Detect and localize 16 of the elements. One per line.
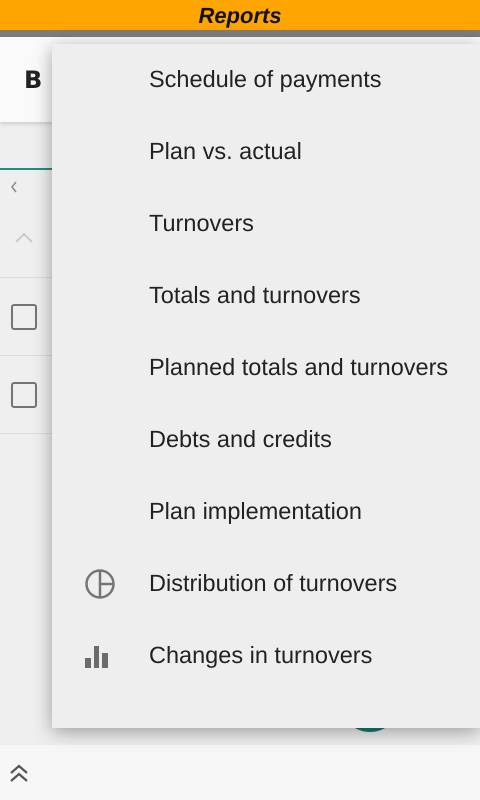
menu-item[interactable]: Turnovers bbox=[52, 188, 480, 260]
screen-title: Reports bbox=[198, 2, 282, 30]
menu-item[interactable]: Changes in turnovers bbox=[52, 620, 480, 692]
bar-chart-icon bbox=[84, 644, 110, 668]
double-up-chevron-icon[interactable] bbox=[8, 762, 30, 782]
header-title: B bbox=[24, 64, 42, 96]
pie-chart-icon bbox=[84, 568, 116, 600]
menu-item[interactable]: Totals and turnovers bbox=[52, 260, 480, 332]
checkbox[interactable] bbox=[11, 304, 37, 330]
menu-item[interactable]: Distribution of turnovers bbox=[52, 548, 480, 620]
menu-item[interactable]: Debts and credits bbox=[52, 404, 480, 476]
menu-item[interactable]: Schedule of payments bbox=[52, 44, 480, 116]
menu-item[interactable]: Plan implementation bbox=[52, 476, 480, 548]
menu-item[interactable]: Plan vs. actual bbox=[52, 116, 480, 188]
checkbox[interactable] bbox=[11, 382, 37, 408]
menu-item[interactable]: Planned totals and turnovers bbox=[52, 332, 480, 404]
